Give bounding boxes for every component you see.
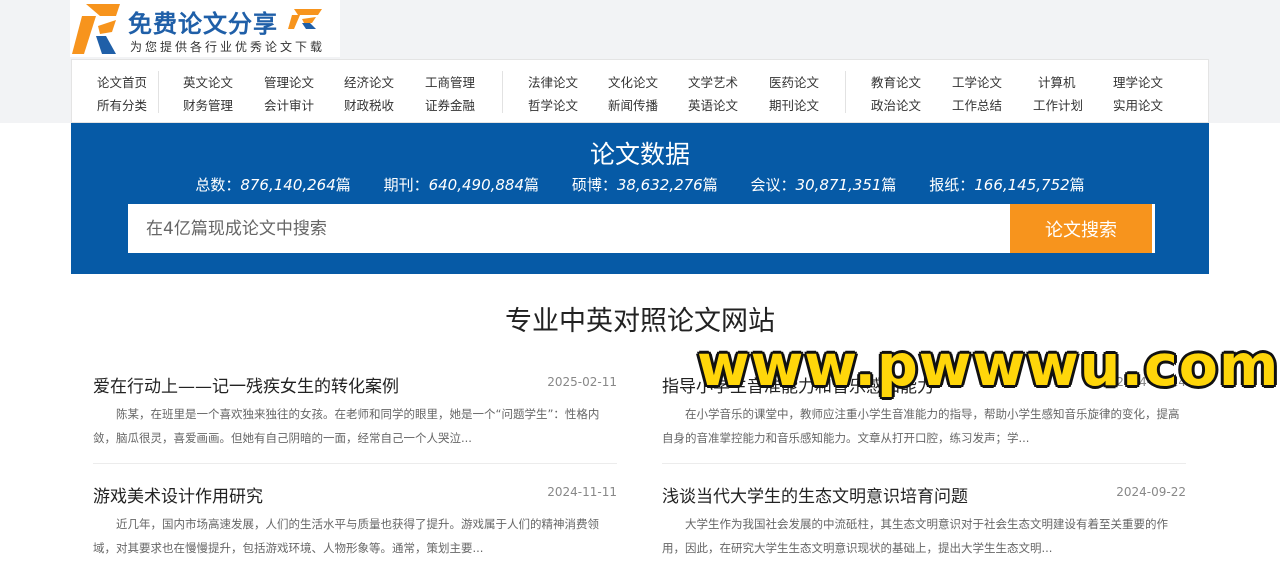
stat-journal: 期刊：640,490,884篇	[383, 176, 540, 194]
nav-item[interactable]: 新闻传播	[608, 95, 658, 114]
logo-title: 免费论文分享	[128, 10, 278, 38]
nav-item[interactable]: 论文首页	[97, 72, 147, 91]
nav-item[interactable]: 计算机	[1038, 72, 1076, 91]
nav-item[interactable]: 政治论文	[871, 95, 921, 114]
article-card: 浅谈当代大学生的生态文明意识培育问题 2024-09-22 大学生作为我国社会发…	[662, 482, 1186, 562]
stat-newspaper: 报纸：166,145,752篇	[929, 176, 1085, 194]
article-title-link[interactable]: 爱在行动上——记一残疾女生的转化案例	[93, 372, 399, 397]
nav-item[interactable]: 财务管理	[183, 95, 233, 114]
stat-total: 总数：876,140,264篇	[195, 176, 351, 194]
stats-row: 总数：876,140,264篇 期刊：640,490,884篇 硕博：38,63…	[71, 174, 1209, 195]
article-title-link[interactable]: 浅谈当代大学生的生态文明意识培育问题	[662, 482, 968, 507]
nav-item[interactable]: 工商管理	[425, 72, 475, 91]
nav-item[interactable]: 理学论文	[1113, 72, 1163, 91]
article-title-link[interactable]: 游戏美术设计作用研究	[93, 482, 263, 507]
search-input[interactable]	[128, 204, 1008, 253]
stat-conference: 会议：30,871,351篇	[750, 176, 897, 194]
hero-title: 论文数据	[589, 140, 690, 169]
stats-hero: 论文数据 总数：876,140,264篇 期刊：640,490,884篇 硕博：…	[71, 123, 1209, 274]
nav-item[interactable]: 工作总结	[952, 95, 1002, 114]
article-summary: 大学生作为我国社会发展的中流砥柱，其生态文明意识对于社会生态文明建设有着至关重要…	[662, 517, 1168, 555]
search-button[interactable]: 论文搜索	[1010, 204, 1152, 253]
nav-item[interactable]: 文学艺术	[688, 72, 738, 91]
nav-item[interactable]: 工作计划	[1033, 95, 1083, 114]
nav-item[interactable]: 管理论文	[264, 72, 314, 91]
nav-item[interactable]: 哲学论文	[528, 95, 578, 114]
article-card: 游戏美术设计作用研究 2024-11-11 近几年，国内市场高速发展，人们的生活…	[93, 482, 617, 562]
nav-item[interactable]: 财政税收	[344, 95, 394, 114]
article-summary: 陈某，在班里是一个喜欢独来独往的女孩。在老师和同学的眼里，她是一个“问题学生”：…	[93, 407, 600, 445]
nav-item[interactable]: 期刊论文	[769, 95, 819, 114]
nav-item[interactable]: 经济论文	[344, 72, 394, 91]
nav-divider	[845, 71, 846, 113]
nav-item[interactable]: 英语论文	[688, 95, 738, 114]
logo-small-r-icon	[288, 9, 322, 29]
article-divider	[662, 463, 1186, 464]
nav-item[interactable]: 文化论文	[608, 72, 658, 91]
logo-r-mark-icon	[72, 4, 120, 54]
logo-subtitle: 为您提供各行业优秀论文下载	[130, 40, 326, 54]
nav-item[interactable]: 所有分类	[97, 95, 147, 114]
nav-item[interactable]: 会计审计	[264, 95, 314, 114]
nav-item[interactable]: 工学论文	[952, 72, 1002, 91]
article-card: 爱在行动上——记一残疾女生的转化案例 2025-02-11 陈某，在班里是一个喜…	[93, 372, 617, 462]
nav-item[interactable]: 证券金融	[425, 95, 475, 114]
nav-item[interactable]: 法律论文	[528, 72, 578, 91]
site-logo[interactable]: 免费论文分享 为您提供各行业优秀论文下载	[70, 0, 340, 57]
nav-item[interactable]: 教育论文	[871, 72, 921, 91]
search-bar: 论文搜索	[128, 204, 1155, 253]
nav-item[interactable]: 英文论文	[183, 72, 233, 91]
stat-thesis: 硕博：38,632,276篇	[571, 176, 718, 194]
article-divider	[93, 463, 617, 464]
article-summary: 在小学音乐的课堂中，教师应注重小学生音准能力的指导，帮助小学生感知音乐旋律的变化…	[662, 407, 1180, 445]
nav-item[interactable]: 实用论文	[1113, 95, 1163, 114]
article-date: 2024-09-22	[1116, 485, 1186, 499]
article-date: 2025-02-11	[547, 375, 617, 389]
nav-item[interactable]: 医药论文	[769, 72, 819, 91]
watermark-text: www.pwwwu.com	[697, 333, 1280, 399]
article-date: 2024-11-11	[547, 485, 617, 499]
category-nav: 论文首页 英文论文 管理论文 经济论文 工商管理 所有分类 财务管理 会计审计 …	[71, 59, 1209, 123]
article-summary: 近几年，国内市场高速发展，人们的生活水平与质量也获得了提升。游戏属于人们的精神消…	[93, 517, 599, 555]
nav-divider	[502, 71, 503, 113]
nav-divider	[158, 71, 159, 113]
